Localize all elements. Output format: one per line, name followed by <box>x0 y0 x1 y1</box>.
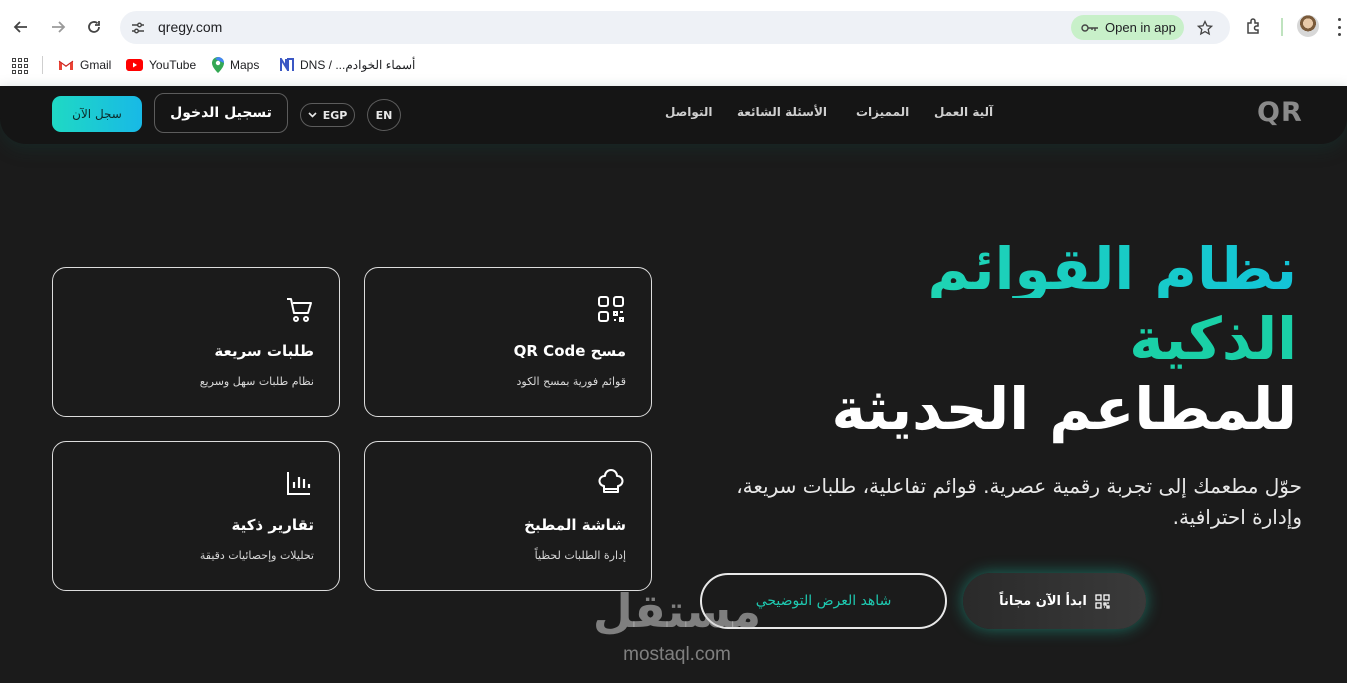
feature-description: إدارة الطلبات لحظياً <box>534 549 626 562</box>
forward-arrow-icon[interactable] <box>45 14 71 40</box>
feature-description: نظام طلبات سهل وسريع <box>199 375 314 388</box>
chef-hat-icon <box>598 469 624 493</box>
youtube-icon <box>126 59 143 71</box>
hero-title-line-3: للمطاعم الحديثة <box>831 375 1297 443</box>
toolbar-divider <box>1281 18 1283 36</box>
gmail-icon <box>58 60 74 70</box>
puzzle-icon[interactable] <box>1243 15 1265 37</box>
site-logo[interactable]: QR <box>1257 97 1303 128</box>
browser-toolbar: qregy.com Open in app <box>0 0 1347 54</box>
bookmark-label: YouTube <box>149 58 197 72</box>
hero-title-line-1: نظام القوائم <box>927 235 1297 303</box>
feature-card-qr-scan: مسح QR Code قوائم فورية بمسح الكود <box>364 267 652 417</box>
bar-chart-icon <box>287 472 311 495</box>
back-arrow-icon[interactable] <box>8 14 34 40</box>
bookmark-label: Gmail <box>80 58 112 72</box>
watermark-latin: mostaql.com <box>623 644 731 665</box>
nav-faq[interactable]: الأسئلة الشائعة <box>737 105 827 119</box>
star-icon[interactable] <box>1194 17 1216 39</box>
login-button[interactable]: تسجيل الدخول <box>154 93 288 133</box>
nav-features[interactable]: المميزات <box>856 105 909 119</box>
tune-icon[interactable] <box>128 18 148 38</box>
qr-code-icon <box>598 296 624 322</box>
watch-demo-button[interactable]: شاهد العرض التوضيحي <box>700 573 947 629</box>
shopping-cart-icon <box>287 298 312 322</box>
currency-select[interactable]: EGP <box>300 103 355 127</box>
address-bar[interactable]: qregy.com Open in app <box>120 11 1230 44</box>
feature-title: تقارير ذكية <box>231 516 314 534</box>
hero-subtitle: حوّل مطعمك إلى تجربة رقمية عصرية. قوائم … <box>736 474 1302 529</box>
bookmark-label: Maps <box>230 58 260 72</box>
register-button[interactable]: سجل الآن <box>52 96 142 132</box>
feature-card-smart-reports: تقارير ذكية تحليلات وإحصائيات دقيقة <box>52 441 340 591</box>
nav-contact[interactable]: التواصل <box>665 105 712 119</box>
hero-title-line-2: الذكية <box>1129 305 1297 373</box>
url-text[interactable]: qregy.com <box>158 19 222 35</box>
open-in-app-button[interactable]: Open in app <box>1071 15 1184 40</box>
site-header: سجل الآن تسجيل الدخول EGP EN التواصل الأ… <box>0 86 1347 144</box>
avatar[interactable] <box>1297 15 1319 37</box>
bookmark-dns[interactable]: أسماء الخوادم... / DNS <box>280 56 415 74</box>
feature-description: قوائم فورية بمسح الكود <box>516 375 626 388</box>
feature-card-fast-orders: طلبات سريعة نظام طلبات سهل وسريع <box>52 267 340 417</box>
key-icon <box>1081 23 1098 32</box>
start-free-button[interactable]: ابدأ الآن مجاناً <box>963 573 1146 629</box>
currency-label: EGP <box>322 108 348 122</box>
chevron-down-icon <box>308 112 317 118</box>
bookmarks-bar: Gmail YouTube Maps أسماء الخوادم... / DN… <box>0 54 1347 86</box>
bookmark-gmail[interactable]: Gmail <box>58 56 111 74</box>
feature-card-kitchen-screen: شاشة المطبخ إدارة الطلبات لحظياً <box>364 441 652 591</box>
feature-title: مسح QR Code <box>513 342 626 360</box>
open-in-app-label: Open in app <box>1105 20 1176 35</box>
start-free-label: ابدأ الآن مجاناً <box>999 593 1087 609</box>
apps-grid-icon[interactable] <box>12 58 28 74</box>
bookmark-maps[interactable]: Maps <box>212 56 259 74</box>
language-toggle[interactable]: EN <box>367 99 401 131</box>
bookmark-youtube[interactable]: YouTube <box>126 56 196 74</box>
reload-icon[interactable] <box>81 14 107 40</box>
dns-icon <box>280 58 294 71</box>
bookmark-label: أسماء الخوادم... / DNS <box>300 58 416 72</box>
qr-code-icon <box>1095 593 1110 609</box>
feature-title: طلبات سريعة <box>214 342 314 360</box>
bookmarks-divider <box>42 56 43 74</box>
feature-title: شاشة المطبخ <box>524 516 626 534</box>
maps-pin-icon <box>212 57 224 73</box>
feature-description: تحليلات وإحصائيات دقيقة <box>199 549 314 562</box>
more-vert-icon[interactable] <box>1333 16 1345 38</box>
nav-how-it-works[interactable]: آلية العمل <box>934 105 993 119</box>
